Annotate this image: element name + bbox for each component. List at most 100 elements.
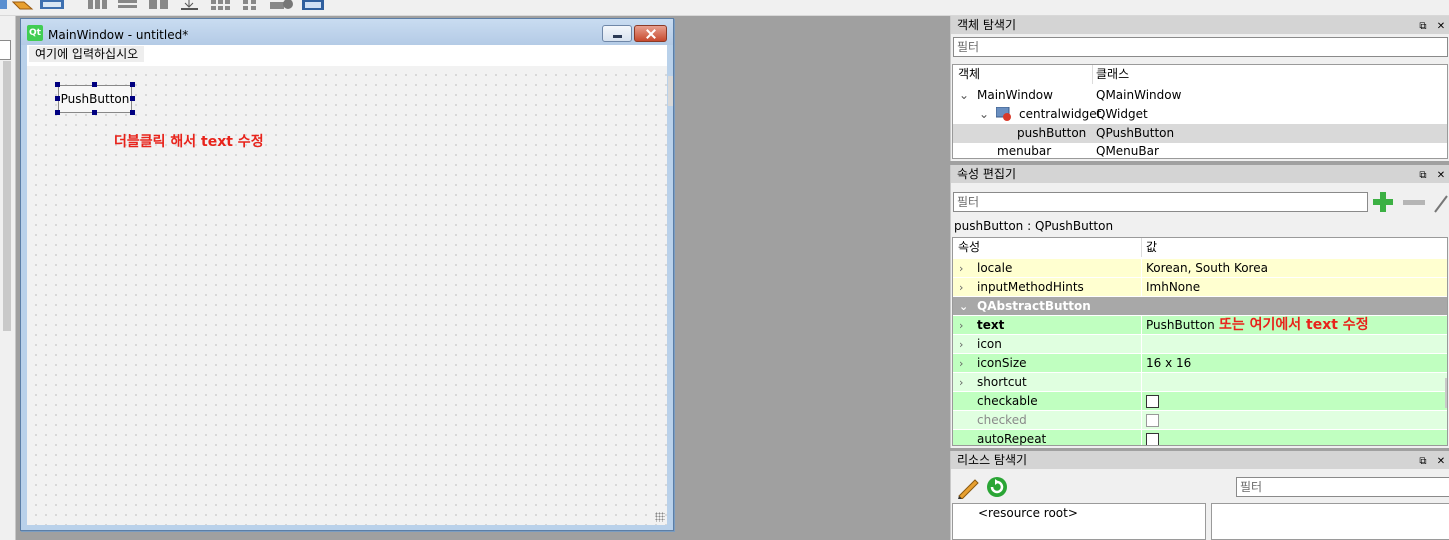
preview-icon[interactable] bbox=[302, 0, 326, 11]
canvas-annotation: 더블클릭 해서 text 수정 bbox=[114, 134, 264, 150]
property-row-checkable[interactable]: checkable bbox=[953, 392, 1447, 411]
layout-vertical-icon[interactable] bbox=[118, 0, 138, 11]
resource-browser-dock: 리소스 탐색기 ⧉ ✕ 필터 <resource root> bbox=[950, 451, 1449, 540]
push-button-label[interactable]: PushButton bbox=[58, 85, 132, 113]
resource-browser-title-text: 리소스 탐색기 bbox=[957, 453, 1028, 467]
reload-icon[interactable] bbox=[985, 475, 1009, 499]
close-icon[interactable]: ✕ bbox=[1432, 167, 1449, 185]
float-icon[interactable]: ⧉ bbox=[1414, 453, 1432, 471]
property-editor-title: 속성 편집기 ⧉ ✕ bbox=[951, 165, 1449, 183]
form-menubar[interactable]: 여기에 입력하십시오 bbox=[27, 45, 667, 63]
resize-handle[interactable] bbox=[55, 110, 60, 115]
property-row-inputmethodhints[interactable]: › inputMethodHints ImhNone bbox=[953, 278, 1447, 297]
header-class: 클래스 bbox=[1096, 67, 1130, 81]
tree-row[interactable]: ⌄ MainWindow QMainWindow bbox=[953, 86, 1447, 105]
minimize-button[interactable] bbox=[602, 25, 632, 42]
layout-form-icon[interactable] bbox=[180, 0, 200, 11]
resource-browser-title: 리소스 탐색기 ⧉ ✕ bbox=[951, 451, 1449, 469]
buddy-editor-icon[interactable] bbox=[40, 0, 68, 11]
size-grip-icon[interactable] bbox=[655, 512, 665, 522]
property-row-iconsize[interactable]: › iconSize 16 x 16 bbox=[953, 354, 1447, 373]
close-icon[interactable]: ✕ bbox=[1432, 453, 1449, 471]
header-object: 객체 bbox=[958, 67, 981, 81]
adjust-size-icon[interactable] bbox=[270, 0, 296, 11]
main-toolbar bbox=[0, 0, 1449, 16]
widget-editor-icon[interactable] bbox=[0, 0, 8, 11]
checkable-checkbox[interactable] bbox=[1146, 395, 1159, 408]
selected-object-label: pushButton : QPushButton bbox=[954, 219, 1114, 233]
property-row-autorepeat[interactable]: autoRepeat bbox=[953, 430, 1447, 445]
chevron-right-icon[interactable]: › bbox=[959, 354, 963, 373]
resource-filter-input[interactable]: 필터 bbox=[1236, 477, 1449, 497]
property-editor-title-text: 속성 편집기 bbox=[957, 167, 1017, 181]
qt-logo-icon: Qt bbox=[27, 25, 43, 41]
widget-box-filter-input[interactable] bbox=[0, 40, 11, 60]
object-tree: 객체 클래스 ⌄ MainWindow QMainWindow ⌄ centra… bbox=[952, 64, 1448, 159]
chevron-down-icon[interactable]: ⌄ bbox=[979, 105, 989, 124]
close-button[interactable] bbox=[634, 25, 667, 42]
property-row-icon[interactable]: › icon bbox=[953, 335, 1447, 354]
remove-property-icon[interactable] bbox=[1403, 200, 1425, 205]
property-row-checked[interactable]: checked bbox=[953, 411, 1447, 430]
header-value: 값 bbox=[1146, 240, 1158, 254]
resize-handle[interactable] bbox=[92, 110, 97, 115]
tree-row-selected[interactable]: pushButton QPushButton bbox=[953, 124, 1447, 143]
widget-box-scrollbar[interactable] bbox=[3, 61, 11, 331]
property-table: 속성 값 › locale Korean, South Korea › inpu… bbox=[952, 237, 1448, 446]
signal-slot-editor-icon[interactable] bbox=[12, 0, 36, 11]
tree-row[interactable]: ⌄ centralwidget QWidget bbox=[953, 105, 1447, 124]
property-scrollbar[interactable] bbox=[1445, 378, 1447, 408]
property-filter-input[interactable]: 필터 bbox=[953, 192, 1368, 212]
autorepeat-checkbox[interactable] bbox=[1146, 433, 1159, 445]
close-icon[interactable]: ✕ bbox=[1432, 18, 1449, 36]
resize-handle[interactable] bbox=[130, 96, 135, 101]
configure-icon[interactable] bbox=[1433, 193, 1449, 213]
property-row-text[interactable]: › text PushButton 또는 여기에서 text 수정 bbox=[953, 316, 1447, 335]
chevron-right-icon[interactable]: › bbox=[959, 373, 963, 392]
object-inspector-title-text: 객체 탐색기 bbox=[957, 18, 1017, 32]
edit-resources-icon[interactable] bbox=[956, 475, 980, 500]
property-annotation: 또는 여기에서 text 수정 bbox=[1219, 317, 1369, 333]
resize-handle[interactable] bbox=[55, 82, 60, 87]
push-button-widget[interactable]: PushButton bbox=[55, 82, 135, 115]
resize-handle[interactable] bbox=[55, 96, 60, 101]
float-icon[interactable]: ⧉ bbox=[1414, 167, 1432, 185]
canvas-scrollbar[interactable] bbox=[668, 76, 673, 106]
chevron-down-icon[interactable]: ⌄ bbox=[959, 297, 968, 316]
widget-broken-layout-icon bbox=[995, 106, 1012, 121]
property-row-shortcut[interactable]: › shortcut bbox=[953, 373, 1447, 392]
layout-horizontal-icon[interactable] bbox=[88, 0, 108, 11]
chevron-right-icon[interactable]: › bbox=[959, 259, 963, 278]
object-filter-input[interactable]: 필터 bbox=[953, 37, 1448, 57]
property-group-qabstractbutton[interactable]: ⌄ QAbstractButton bbox=[953, 297, 1447, 316]
resize-handle[interactable] bbox=[92, 82, 97, 87]
property-row-locale[interactable]: › locale Korean, South Korea bbox=[953, 259, 1447, 278]
property-editor-dock: 속성 편집기 ⧉ ✕ 필터 pushButton : QPushButton 속성… bbox=[950, 165, 1449, 448]
form-titlebar[interactable]: Qt MainWindow - untitled* bbox=[21, 19, 673, 45]
break-layout-icon[interactable] bbox=[243, 0, 259, 11]
resize-handle[interactable] bbox=[130, 82, 135, 87]
tree-row[interactable]: menubar QMenuBar bbox=[953, 142, 1447, 158]
float-icon[interactable]: ⧉ bbox=[1414, 18, 1432, 36]
property-table-header: 속성 값 bbox=[953, 238, 1447, 257]
resize-handle[interactable] bbox=[130, 110, 135, 115]
resource-file-view bbox=[1211, 503, 1449, 540]
menu-type-here-item[interactable]: 여기에 입력하십시오 bbox=[29, 46, 145, 62]
chevron-right-icon[interactable]: › bbox=[959, 278, 963, 297]
add-dynamic-property-icon[interactable] bbox=[1372, 191, 1394, 213]
object-inspector-title: 객체 탐색기 ⧉ ✕ bbox=[951, 16, 1449, 34]
layout-splitter-icon[interactable] bbox=[149, 0, 169, 11]
resource-root-item[interactable]: <resource root> bbox=[978, 506, 1078, 520]
resource-tree: <resource root> bbox=[952, 503, 1206, 540]
layout-grid-icon[interactable] bbox=[211, 0, 231, 11]
widget-box-edge bbox=[0, 16, 16, 540]
chevron-right-icon[interactable]: › bbox=[959, 316, 963, 335]
header-property: 속성 bbox=[958, 240, 981, 254]
object-tree-header: 객체 클래스 bbox=[953, 65, 1447, 84]
form-window: Qt MainWindow - untitled* 여기에 입력하십시오 Pus… bbox=[20, 18, 674, 531]
checked-checkbox[interactable] bbox=[1146, 414, 1159, 427]
chevron-down-icon[interactable]: ⌄ bbox=[959, 86, 969, 105]
form-window-title: MainWindow - untitled* bbox=[48, 28, 189, 42]
chevron-right-icon[interactable]: › bbox=[959, 335, 963, 354]
object-inspector-dock: 객체 탐색기 ⧉ ✕ 필터 객체 클래스 ⌄ MainWindow QMainWi… bbox=[950, 16, 1449, 161]
